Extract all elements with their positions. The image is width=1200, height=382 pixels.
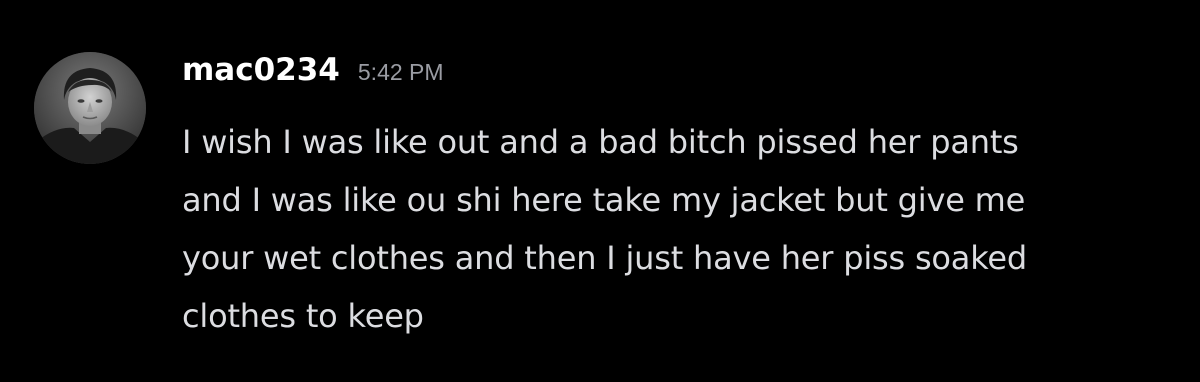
message-text-line: clothes to keep (182, 297, 424, 335)
message-text-line: your wet clothes and then I just have he… (182, 239, 1027, 277)
avatar[interactable] (34, 52, 146, 164)
message-content: I wish I was like out and a bad bitch pi… (182, 113, 1182, 345)
author-name[interactable]: mac0234 (182, 52, 340, 88)
message-timestamp[interactable]: 5:42 PM (358, 59, 444, 86)
message-text-line: I wish I was like out and a bad bitch pi… (182, 123, 1019, 161)
message-text-line: and I was like ou shi here take my jacke… (182, 181, 1026, 219)
message-header: mac0234 5:42 PM (182, 52, 444, 96)
chat-message: mac0234 5:42 PM I wish I was like out an… (0, 0, 1200, 382)
avatar-image (34, 52, 146, 164)
